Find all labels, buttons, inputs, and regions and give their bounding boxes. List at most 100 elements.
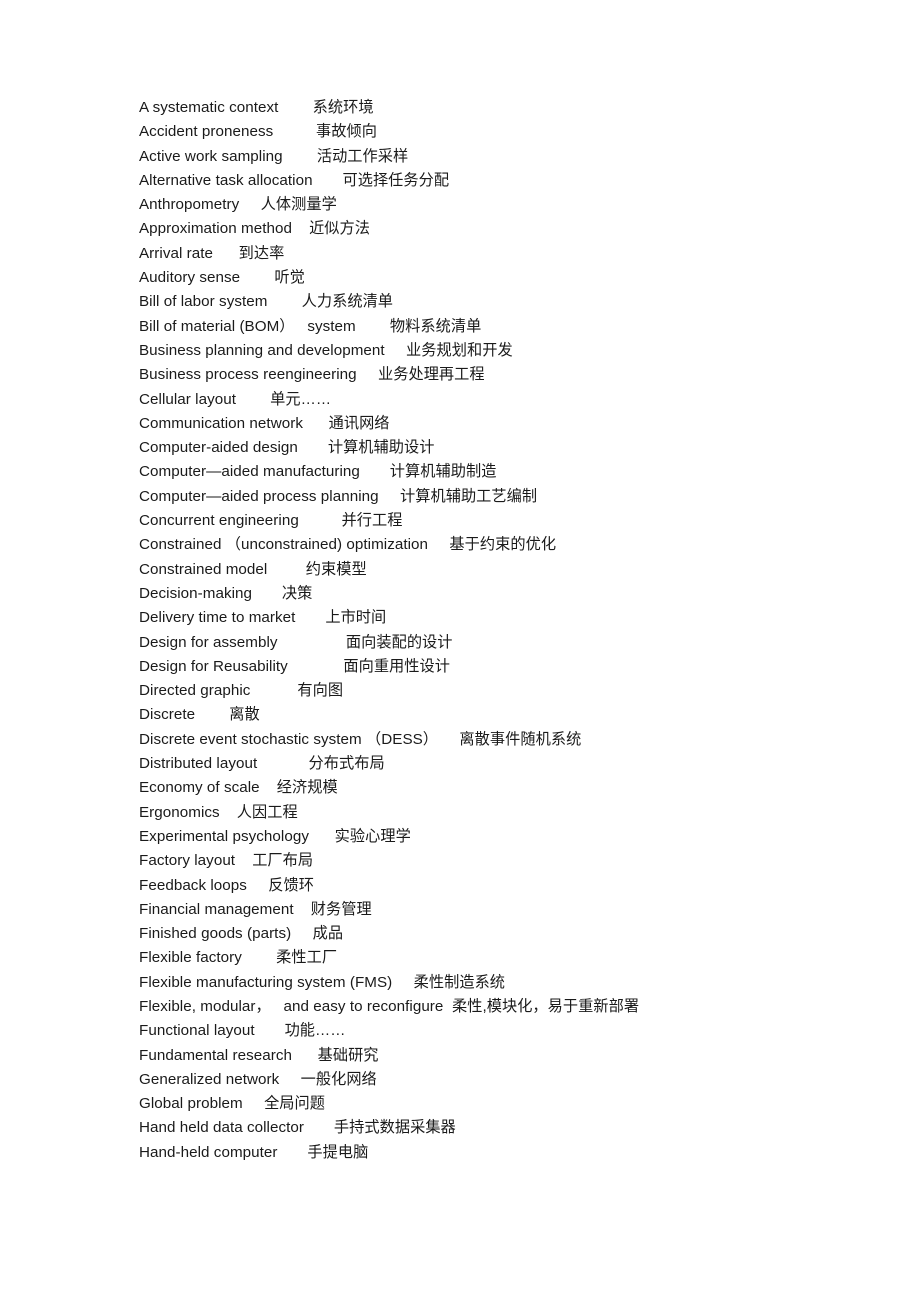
glossary-gap <box>220 804 237 821</box>
glossary-entry: Computer—aided manufacturing 计算机辅助制造 <box>139 460 879 484</box>
glossary-term-chinese: 柔性制造系统 <box>413 973 506 991</box>
glossary-term-chinese: 决策 <box>281 584 313 602</box>
glossary-term-english: Economy of scale <box>139 779 260 797</box>
glossary-list: A systematic context 系统环境 Accident pronen… <box>139 96 879 1165</box>
glossary-entry: Design for assembly 面向装配的设计 <box>139 631 879 655</box>
glossary-term-english: A systematic context <box>139 99 279 116</box>
glossary-term-chinese: 基于约束的优化 <box>449 536 557 554</box>
glossary-entry: Directed graphic 有向图 <box>139 679 879 703</box>
glossary-term-english: Experimental psychology <box>139 827 309 845</box>
glossary-entry: Flexible, modular， and easy to reconfigu… <box>139 995 879 1019</box>
glossary-entry: Experimental psychology 实验心理学 <box>139 825 879 849</box>
glossary-entry: A systematic context 系统环境 <box>139 96 879 120</box>
glossary-gap <box>357 366 378 383</box>
glossary-gap <box>255 1022 285 1039</box>
glossary-term-english: Generalized network <box>139 1070 280 1088</box>
glossary-gap <box>438 731 459 748</box>
glossary-entry: Computer—aided process planning 计算机辅助工艺编… <box>139 485 879 509</box>
glossary-term-english: Computer-aided design <box>139 439 298 457</box>
glossary-term-chinese: 活动工作采样 <box>316 147 409 165</box>
glossary-term-chinese: 近似方法 <box>309 220 371 238</box>
glossary-term-english: Arrival rate <box>139 244 214 262</box>
glossary-term-english: Distributed layout <box>139 755 258 773</box>
glossary-term-english: Discrete <box>139 706 196 724</box>
glossary-entry: Alternative task allocation 可选择任务分配 <box>139 169 879 193</box>
glossary-term-chinese: 听觉 <box>274 269 305 287</box>
glossary-term-chinese: 经济规模 <box>276 779 338 797</box>
glossary-term-english: Alternative task allocation <box>139 171 313 189</box>
glossary-term-chinese: 上市时间 <box>325 609 387 627</box>
glossary-gap <box>236 391 270 408</box>
glossary-entry: Ergonomics 人因工程 <box>139 801 879 825</box>
glossary-term-chinese: 人因工程 <box>236 803 298 821</box>
glossary-term-chinese: 工厂布局 <box>252 852 314 870</box>
document-page: A systematic context 系统环境 Accident pronen… <box>0 0 920 1302</box>
glossary-entry: Economy of scale 经济规模 <box>139 776 879 800</box>
glossary-term-chinese: 基础研究 <box>317 1046 379 1064</box>
glossary-term-chinese: 并行工程 <box>341 512 403 530</box>
glossary-gap <box>392 974 413 991</box>
glossary-entry: Computer-aided design 计算机辅助设计 <box>139 436 879 460</box>
glossary-gap <box>309 828 335 845</box>
glossary-entry: Functional layout 功能…… <box>139 1019 879 1043</box>
glossary-gap <box>252 585 282 602</box>
glossary-gap <box>267 293 301 310</box>
glossary-gap <box>278 1144 308 1161</box>
glossary-term-english: Constrained （unconstrained) optimization <box>139 536 429 554</box>
glossary-term-chinese: 反馈环 <box>268 876 315 894</box>
glossary-term-english: Feedback loops <box>139 876 247 894</box>
glossary-term-chinese: 手持式数据采集器 <box>333 1119 456 1137</box>
glossary-gap <box>299 512 342 529</box>
glossary-term-english: Flexible factory <box>139 949 242 967</box>
glossary-term-english: Hand held data collector <box>139 1119 304 1137</box>
glossary-entry: Global problem 全局问题 <box>139 1092 879 1116</box>
glossary-term-chinese: 人体测量学 <box>260 196 337 214</box>
glossary-term-english: Cellular layout <box>139 390 236 408</box>
glossary-entry: Flexible factory 柔性工厂 <box>139 946 879 970</box>
glossary-term-english: Active work sampling <box>139 147 283 165</box>
glossary-term-chinese: 业务处理再工程 <box>377 366 485 384</box>
glossary-gap <box>267 561 305 578</box>
glossary-entry: Hand held data collector 手持式数据采集器 <box>139 1116 879 1140</box>
glossary-term-chinese: 系统环境 <box>312 99 374 116</box>
glossary-gap <box>292 220 309 237</box>
glossary-gap <box>257 755 308 772</box>
glossary-term-chinese: 有向图 <box>297 682 344 700</box>
glossary-term-english: Functional layout <box>139 1022 255 1040</box>
glossary-term-chinese: 一般化网络 <box>300 1070 377 1088</box>
glossary-entry: Flexible manufacturing system (FMS) 柔性制造… <box>139 971 879 995</box>
glossary-term-chinese: 离散 <box>229 706 260 724</box>
glossary-entry: Discrete event stochastic system （DESS） … <box>139 728 879 752</box>
glossary-term-english: Financial management <box>139 900 294 918</box>
glossary-entry: Business process reengineering 业务处理再工程 <box>139 363 879 387</box>
glossary-gap <box>292 1047 318 1064</box>
glossary-term-english: Business process reengineering <box>139 366 357 384</box>
glossary-entry: Accident proneness 事故倾向 <box>139 120 879 144</box>
glossary-gap <box>303 415 329 432</box>
glossary-gap <box>291 925 312 942</box>
glossary-gap <box>260 779 277 796</box>
glossary-term-english: Finished goods (parts) <box>139 925 292 943</box>
glossary-gap <box>283 148 317 165</box>
glossary-term-chinese: 柔性工厂 <box>276 949 338 967</box>
glossary-entry: Decision-making 决策 <box>139 582 879 606</box>
glossary-gap <box>250 682 297 699</box>
glossary-entry: Concurrent engineering 并行工程 <box>139 509 879 533</box>
glossary-term-chinese: 离散事件随机系统 <box>459 730 582 748</box>
glossary-term-chinese: 约束模型 <box>305 560 367 578</box>
glossary-gap <box>298 439 328 456</box>
glossary-gap <box>195 706 229 723</box>
glossary-entry: Design for Reusability 面向重用性设计 <box>139 655 879 679</box>
glossary-entry: Generalized network 一般化网络 <box>139 1068 879 1092</box>
glossary-term-chinese: 柔性,模块化，易于重新部署 <box>451 997 640 1015</box>
glossary-gap <box>243 1095 264 1112</box>
glossary-entry: Approximation method 近似方法 <box>139 217 879 241</box>
glossary-gap <box>239 196 260 213</box>
glossary-term-english: Fundamental research <box>139 1046 292 1064</box>
glossary-entry: Distributed layout 分布式布局 <box>139 752 879 776</box>
glossary-entry: Constrained model 约束模型 <box>139 558 879 582</box>
glossary-term-english: Discrete event stochastic system （DESS） <box>139 730 439 748</box>
glossary-entry: Anthropometry 人体测量学 <box>139 193 879 217</box>
glossary-term-english: Computer—aided process planning <box>139 487 379 505</box>
glossary-gap <box>428 536 449 553</box>
